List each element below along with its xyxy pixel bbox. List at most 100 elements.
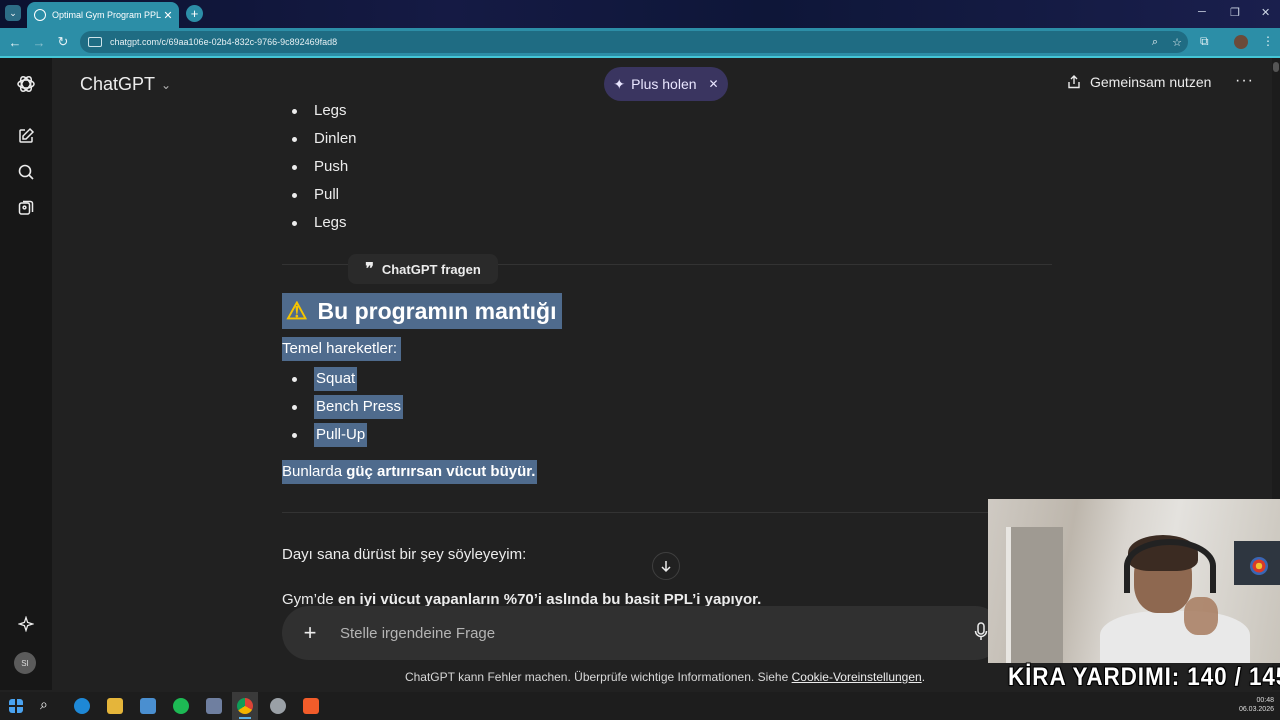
list-item: Bench Press <box>282 395 404 423</box>
upgrade-sparkle-icon[interactable] <box>16 614 36 634</box>
new-tab-button[interactable]: + <box>186 5 203 22</box>
exercise-list: Squat Bench Press Pull-Up <box>282 367 404 451</box>
address-bar[interactable]: chatgpt.com/c/69aa106e-02b4-832c-9766-9c… <box>80 31 1188 53</box>
disclaimer-text: ChatGPT kann Fehler machen. Überprüfe wi… <box>404 670 792 684</box>
model-selector[interactable]: ChatGPT ⌄ <box>80 74 171 95</box>
system-clock[interactable]: 00:48 06.03.2026 <box>1239 696 1274 714</box>
attach-plus-icon[interactable]: + <box>282 620 338 646</box>
exercise-name: Bench Press <box>314 395 404 419</box>
start-icon[interactable] <box>9 699 23 713</box>
disclaimer-end: . <box>921 670 926 684</box>
scrollbar-thumb[interactable] <box>1273 62 1279 72</box>
webcam-person-body <box>1100 611 1250 663</box>
ask-chatgpt-button[interactable]: ❞ ChatGPT fragen <box>348 254 498 284</box>
share-icon <box>1068 75 1080 89</box>
gym-bold: en iyi vücut yapanların %70’i aslında bu… <box>337 591 762 607</box>
list-item: Dinlen <box>282 128 357 156</box>
clock-time: 00:48 <box>1256 697 1274 704</box>
paragraph: Gym’de en iyi vücut yapanların %70’i asl… <box>282 591 761 607</box>
section-heading: ⚠ Bu programın mantığı <box>282 293 563 329</box>
summary-prefix: Bunlarda <box>282 463 347 480</box>
app-title: ChatGPT <box>80 74 156 94</box>
webcam-person-hand <box>1184 597 1218 635</box>
list-item: Pull <box>282 184 357 212</box>
bookmark-star-icon[interactable]: ☆ <box>1166 36 1188 49</box>
gym-prefix: Gym’de <box>282 591 338 607</box>
cookie-settings-link[interactable]: Cookie-Voreinstellungen <box>792 670 922 684</box>
brave-icon[interactable] <box>303 698 319 714</box>
windows-taskbar: ⌕ <box>0 692 1280 720</box>
share-label: Gemeinsam nutzen <box>1090 74 1212 90</box>
browser-toolbar: ← → ↻ chatgpt.com/c/69aa106e-02b4-832c-9… <box>0 28 1280 56</box>
store-icon[interactable] <box>140 698 156 714</box>
sparkle-icon: ✦ <box>613 75 626 92</box>
obs-icon[interactable] <box>270 698 286 714</box>
prompt-input[interactable] <box>338 623 1002 643</box>
exercise-name: Squat <box>314 367 358 391</box>
calculator-icon[interactable] <box>206 698 222 714</box>
section-divider <box>282 512 1052 513</box>
profile-avatar-icon[interactable] <box>1234 35 1248 49</box>
list-item: Push <box>282 156 357 184</box>
summary-bold: güç artırırsan vücut büyür. <box>346 463 536 480</box>
share-button[interactable]: Gemeinsam nutzen <box>1066 74 1211 90</box>
scroll-down-button[interactable] <box>652 552 680 580</box>
chevron-down-icon: ⌄ <box>161 77 172 92</box>
zoom-icon[interactable]: ⌕ <box>1144 36 1166 49</box>
site-info-icon[interactable] <box>88 37 102 47</box>
tab-search-button[interactable]: ⌄ <box>5 5 21 21</box>
window-close-icon[interactable]: ✕ <box>1261 6 1270 19</box>
temel-label: Temel hareketler: <box>282 337 402 361</box>
list-item: Legs <box>282 100 357 128</box>
tab-title: Optimal Gym Program PPL <box>52 10 161 20</box>
microphone-icon[interactable] <box>974 622 988 647</box>
toolbar-accent-line <box>0 56 1280 58</box>
paragraph: Dayı sana dürüst bir şey söyleyeyim: <box>282 546 527 563</box>
restore-icon[interactable]: ❐ <box>1230 6 1240 19</box>
close-icon[interactable]: ✕ <box>709 77 719 91</box>
library-icon[interactable] <box>16 198 36 218</box>
back-icon[interactable]: ← <box>3 35 27 50</box>
taskbar-active-app[interactable] <box>232 692 258 720</box>
webcam-overlay <box>988 499 1280 663</box>
url-text[interactable]: chatgpt.com/c/69aa106e-02b4-832c-9766-9c… <box>110 37 1144 47</box>
webcam-door <box>1006 527 1063 663</box>
openai-logo-icon[interactable] <box>16 74 36 94</box>
browser-tab[interactable]: Optimal Gym Program PPL ✕ <box>27 2 179 28</box>
list-item: Legs <box>282 212 357 240</box>
exercise-name: Pull-Up <box>314 423 368 447</box>
search-icon[interactable] <box>16 162 36 182</box>
composer: + <box>282 606 1002 660</box>
chatgpt-favicon-icon <box>34 9 46 21</box>
forward-icon[interactable]: → <box>27 35 51 50</box>
heading-text: Bu programın mantığı <box>317 297 557 324</box>
quote-icon: ❞ <box>365 261 374 278</box>
browser-menu-icon[interactable]: ⋮ <box>1262 34 1274 48</box>
arrow-down-icon <box>661 561 671 573</box>
sidebar-rail: SI <box>0 58 52 690</box>
warning-icon: ⚠ <box>286 297 308 325</box>
workout-day-list: Legs Dinlen Push Pull Legs <box>282 100 357 240</box>
webcam-headphones <box>1124 539 1216 593</box>
rent-help-counter: KİRA YARDIMI: 140 / 145 <box>1008 663 1280 691</box>
file-explorer-icon[interactable] <box>107 698 123 714</box>
list-item: Squat <box>282 367 403 395</box>
edge-icon[interactable] <box>74 698 90 714</box>
chrome-icon <box>237 698 253 714</box>
reload-icon[interactable]: ↻ <box>51 34 75 50</box>
new-chat-icon[interactable] <box>16 126 36 146</box>
browser-tab-strip: ⌄ Optimal Gym Program PPL ✕ + ─ ❐ ✕ <box>0 0 1280 28</box>
tab-close-icon[interactable]: ✕ <box>161 9 175 22</box>
extensions-icon[interactable]: ⧉ <box>1200 34 1209 49</box>
clock-date: 06.03.2026 <box>1238 706 1274 713</box>
list-item: Pull-Up <box>282 423 403 451</box>
plus-label: Plus holen <box>631 76 697 92</box>
minimize-icon[interactable]: ─ <box>1198 6 1206 18</box>
more-options-icon[interactable]: ··· <box>1235 72 1254 90</box>
plus-upgrade-pill[interactable]: ✦ Plus holen ✕ <box>604 67 728 101</box>
taskbar-search-icon[interactable]: ⌕ <box>40 696 56 712</box>
summary-paragraph: Bunlarda güç artırırsan vücut büyür. <box>282 460 538 484</box>
spotify-icon[interactable] <box>173 698 189 714</box>
webcam-target <box>1250 557 1268 575</box>
ask-label: ChatGPT fragen <box>381 261 481 277</box>
